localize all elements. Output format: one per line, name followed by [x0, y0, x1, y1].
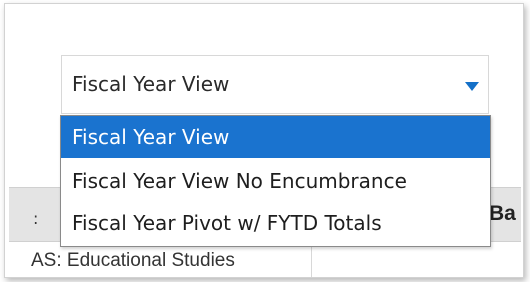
view-select-value: Fiscal Year View	[72, 72, 230, 96]
dropdown-option-no-encumbrance[interactable]: Fiscal Year View No Encumbrance	[61, 160, 490, 202]
table-header-fragment: Ba	[489, 202, 516, 225]
dropdown-option-pivot-fytd[interactable]: Fiscal Year Pivot w/ FYTD Totals	[61, 202, 490, 244]
report-panel: : Ba AS: Educational Studies Fiscal Year…	[4, 3, 524, 278]
chevron-down-icon[interactable]	[465, 82, 479, 91]
dropdown-option-fiscal-year-view[interactable]: Fiscal Year View	[61, 116, 490, 158]
view-select[interactable]: Fiscal Year View	[61, 55, 489, 114]
view-dropdown-list: Fiscal Year View Fiscal Year View No Enc…	[60, 115, 491, 247]
table-header-fragment-left: :	[33, 209, 39, 228]
table-row-label: AS: Educational Studies	[31, 250, 235, 271]
